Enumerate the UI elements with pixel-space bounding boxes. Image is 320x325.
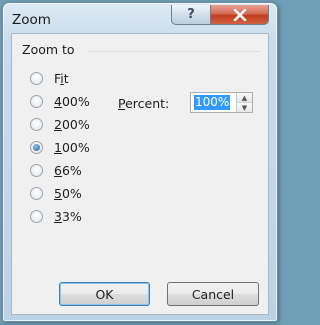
- spinner-buttons: ▲ ▼: [236, 93, 252, 112]
- percent-input[interactable]: 100%: [194, 95, 231, 110]
- radio-label: Fit: [54, 70, 69, 86]
- radio-button[interactable]: [30, 186, 43, 200]
- radio-label: 400%: [54, 93, 90, 109]
- radio-100[interactable]: 100%: [30, 138, 90, 156]
- radio-label: 50%: [54, 185, 82, 201]
- help-icon: ?: [187, 7, 195, 22]
- radio-50[interactable]: 50%: [30, 184, 82, 202]
- percent-spinner[interactable]: 100% ▲ ▼: [190, 92, 253, 113]
- group-divider: [88, 51, 260, 52]
- radio-button[interactable]: [30, 71, 43, 85]
- radio-dot: [33, 143, 40, 151]
- dialog-title: Zoom: [12, 12, 51, 28]
- radio-button[interactable]: [30, 209, 43, 223]
- radio-label: 200%: [54, 116, 90, 132]
- spinner-up-icon[interactable]: ▲: [237, 93, 252, 102]
- close-button[interactable]: [210, 5, 269, 25]
- close-icon: [233, 8, 246, 21]
- radio-button[interactable]: [30, 163, 43, 177]
- radio-label: 33%: [54, 208, 82, 224]
- help-button[interactable]: ?: [171, 5, 211, 25]
- radio-label: 66%: [54, 162, 82, 178]
- radio-label: 100%: [54, 139, 90, 155]
- spinner-down-icon[interactable]: ▼: [237, 102, 252, 112]
- percent-label: Percent:: [118, 96, 170, 111]
- radio-200[interactable]: 200%: [30, 115, 90, 133]
- ok-button[interactable]: OK: [59, 282, 150, 306]
- radio-button[interactable]: [30, 117, 43, 131]
- zoom-to-group-label: Zoom to: [22, 42, 75, 57]
- radio-33[interactable]: 33%: [30, 207, 82, 225]
- cancel-button[interactable]: Cancel: [167, 282, 259, 306]
- radio-400[interactable]: 400%: [30, 92, 90, 110]
- zoom-dialog: Zoom ? Zoom to Fit 400% 200% 100% 66% 50…: [2, 2, 278, 322]
- radio-button[interactable]: [30, 94, 43, 108]
- radio-66[interactable]: 66%: [30, 161, 82, 179]
- radio-fit[interactable]: Fit: [30, 69, 69, 87]
- radio-button-selected[interactable]: [30, 140, 43, 154]
- dialog-body: Zoom to Fit 400% 200% 100% 66% 50% 33% P…: [11, 33, 269, 315]
